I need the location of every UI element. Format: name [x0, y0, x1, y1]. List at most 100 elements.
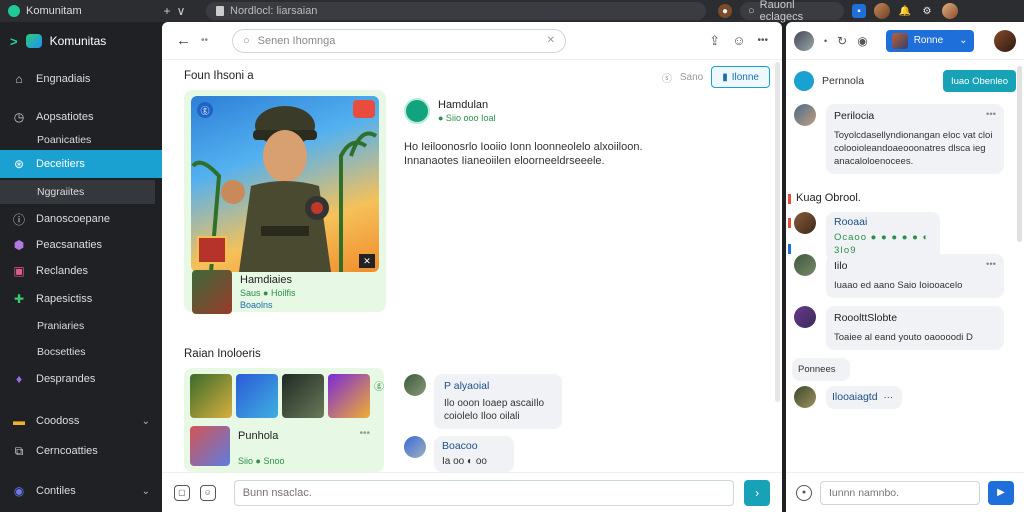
chat-send-button[interactable]: ▶	[988, 480, 1014, 505]
sidebar-item-deceitiers[interactable]: ⊛ Deceitiers	[0, 150, 162, 178]
compose-input[interactable]	[233, 479, 735, 506]
sidebar-item-reclandes[interactable]: ▣ Reclandes	[0, 258, 162, 284]
sidebar-item-desprandes[interactable]: ♦ Desprandes	[0, 366, 162, 392]
related-item[interactable]: Punhola Siio ● Snoo	[190, 426, 284, 466]
sidebar-item-label: Rapesictiss	[36, 293, 93, 305]
community-icon: ⊛	[13, 157, 25, 171]
sidebar-item-praniaries[interactable]: Praniaries	[0, 316, 162, 336]
game-thumbnail[interactable]	[236, 374, 278, 418]
message-author[interactable]: RooolttSlobte	[834, 312, 996, 325]
game-thumbnail[interactable]	[328, 374, 370, 418]
sidebar-item-poanicaties[interactable]: Poanicaties	[0, 130, 162, 150]
user-avatar[interactable]	[942, 3, 958, 19]
like-icon[interactable]: ⓢ	[662, 70, 672, 85]
share-icon[interactable]: ⇪	[709, 33, 720, 49]
sidebar-item-aopsatiotes[interactable]: ◷ Aopsatiotes	[0, 104, 162, 130]
record-icon[interactable]: ◉	[857, 34, 867, 48]
message-avatar[interactable]	[794, 306, 816, 328]
sidebar-item-nggraiites[interactable]: Nggraiites	[0, 180, 155, 204]
post-author[interactable]: Hamdulan	[438, 99, 495, 111]
image-attach-icon[interactable]: ▢	[174, 484, 190, 501]
message-author[interactable]: Ilooaiagtd	[832, 391, 878, 404]
close-icon[interactable]: ✕	[359, 254, 375, 268]
post-body: Ho Ieiloonosrlo Iooiio Ionn loonneolelo …	[404, 140, 764, 168]
sidebar-item-danoscoepane[interactable]: ⓘ Danoscoepane	[0, 206, 162, 232]
browser-tab[interactable]: Komunitam	[0, 0, 160, 22]
comment-avatar[interactable]	[404, 374, 426, 396]
more-icon[interactable]: •••	[757, 35, 768, 46]
shield-icon: ⬢	[13, 238, 25, 252]
sidebar-item-label: Aopsatiotes	[36, 111, 94, 123]
sidebar-item-peacsanaties[interactable]: ⬢ Peacsanaties	[0, 232, 162, 258]
dots-icon[interactable]: •	[824, 36, 827, 46]
message-author[interactable]: Iilo	[834, 260, 996, 273]
sidebar-item-bocsetties[interactable]: Bocsetties	[0, 342, 162, 362]
related-stats: Siio ● Snoo	[238, 456, 285, 466]
extension-icon[interactable]: ●	[718, 4, 732, 18]
bookmark-icon[interactable]: ▪	[852, 4, 866, 18]
sidebar-item-rapesictiss[interactable]: ✚ Rapesictiss	[0, 286, 162, 312]
address-bar[interactable]: Nordlocl: liarsaian	[206, 2, 706, 20]
chat-avatar[interactable]	[794, 30, 814, 51]
profile-avatar[interactable]	[874, 3, 890, 19]
refresh-icon[interactable]: ↻	[837, 34, 847, 48]
chat-room-pill[interactable]: Ronne ⌄	[885, 29, 974, 52]
bell-icon[interactable]: 🔔	[898, 4, 912, 18]
emoji-icon[interactable]: ☺	[199, 484, 216, 501]
send-button[interactable]: ›	[744, 479, 770, 506]
sidebar-item-coodoss[interactable]: ▬ Coodoss ⌄	[0, 408, 162, 434]
more-icon[interactable]: •••	[986, 108, 996, 121]
featured-game-image[interactable]: ⓖ ✕	[191, 96, 379, 272]
unread-marker	[788, 194, 791, 204]
emoji-icon[interactable]: ☺	[732, 33, 745, 48]
sidebar-brand[interactable]: > Komunitas	[0, 22, 162, 60]
new-tab-button[interactable]: +	[160, 4, 174, 18]
tab-menu-icon[interactable]: ∨	[174, 4, 188, 18]
message-bubble: Perilocia ••• Toyolcdasellyndionangan el…	[826, 104, 1004, 174]
camera-icon[interactable]: ●	[796, 484, 812, 501]
game-thumbnail[interactable]	[282, 374, 324, 418]
more-icon[interactable]: •••	[359, 428, 370, 439]
more-icon[interactable]: •••	[986, 258, 996, 271]
chat-compose-input[interactable]	[820, 480, 980, 505]
chat-message: Ilooaiagtd ···	[794, 386, 902, 409]
chevron-down-icon[interactable]: ⌄	[142, 416, 150, 427]
collapse-chevron-icon[interactable]: >	[10, 34, 18, 49]
sidebar-item-contiles[interactable]: ◉ Contiles ⌄	[0, 478, 162, 504]
settings-icon[interactable]: ⚙	[920, 4, 934, 18]
more-dots-icon[interactable]: ••	[201, 35, 208, 46]
message-avatar[interactable]	[794, 254, 816, 276]
search-input[interactable]: ○ Senen Ihomnga ✕	[232, 28, 567, 53]
message-author[interactable]: Perilocia	[834, 110, 996, 123]
featured-card[interactable]: ⓖ ✕ Hamdiaies Saus ● Hoilfis Boaolns	[184, 90, 386, 314]
scrollbar[interactable]	[775, 62, 780, 402]
featured-mini-card[interactable]: Hamdiaies Saus ● Hoilfis Boaolns	[192, 270, 382, 314]
chevron-down-icon[interactable]: ⌄	[142, 486, 150, 497]
message-author[interactable]: Rooaai	[834, 216, 932, 229]
game-thumbnail[interactable]	[190, 374, 232, 418]
message-avatar[interactable]	[794, 212, 816, 234]
channel-join-button[interactable]: Iuao Obenleo	[942, 70, 1016, 92]
comment-text: Ia oo ◐ oo	[442, 456, 487, 467]
comment-author[interactable]: P alyaoial	[444, 380, 552, 393]
related-card[interactable]: ⓖ Punhola Siio ● Snoo •••	[184, 368, 384, 472]
gift-icon: ▣	[13, 264, 25, 278]
message-avatar[interactable]	[794, 386, 816, 408]
comment-avatar[interactable]	[404, 436, 426, 458]
user-avatar[interactable]	[994, 29, 1016, 52]
scrollbar[interactable]	[1017, 66, 1022, 242]
browser-search-box[interactable]: ○ Rauonl eclagecs	[740, 0, 844, 23]
sidebar-item-label: Poanicaties	[37, 134, 92, 146]
message-text: anacaloloenocees.	[834, 156, 914, 167]
clear-icon[interactable]: ✕	[547, 35, 555, 46]
page-icon	[216, 6, 224, 16]
follow-button[interactable]: ▮ Ilonne	[711, 66, 770, 88]
sidebar-item-engnadiais[interactable]: ⌂ Engnadiais	[0, 66, 162, 92]
message-author[interactable]: Ponnees	[798, 364, 836, 375]
post-avatar[interactable]	[404, 98, 430, 124]
back-arrow-icon[interactable]: ←	[176, 32, 191, 49]
sidebar-item-cerncoatties[interactable]: ⧉ Cerncoatties	[0, 438, 162, 464]
comment-author[interactable]: Boacoo	[442, 440, 506, 453]
message-avatar[interactable]	[794, 104, 816, 126]
search-icon: ○	[243, 34, 250, 47]
